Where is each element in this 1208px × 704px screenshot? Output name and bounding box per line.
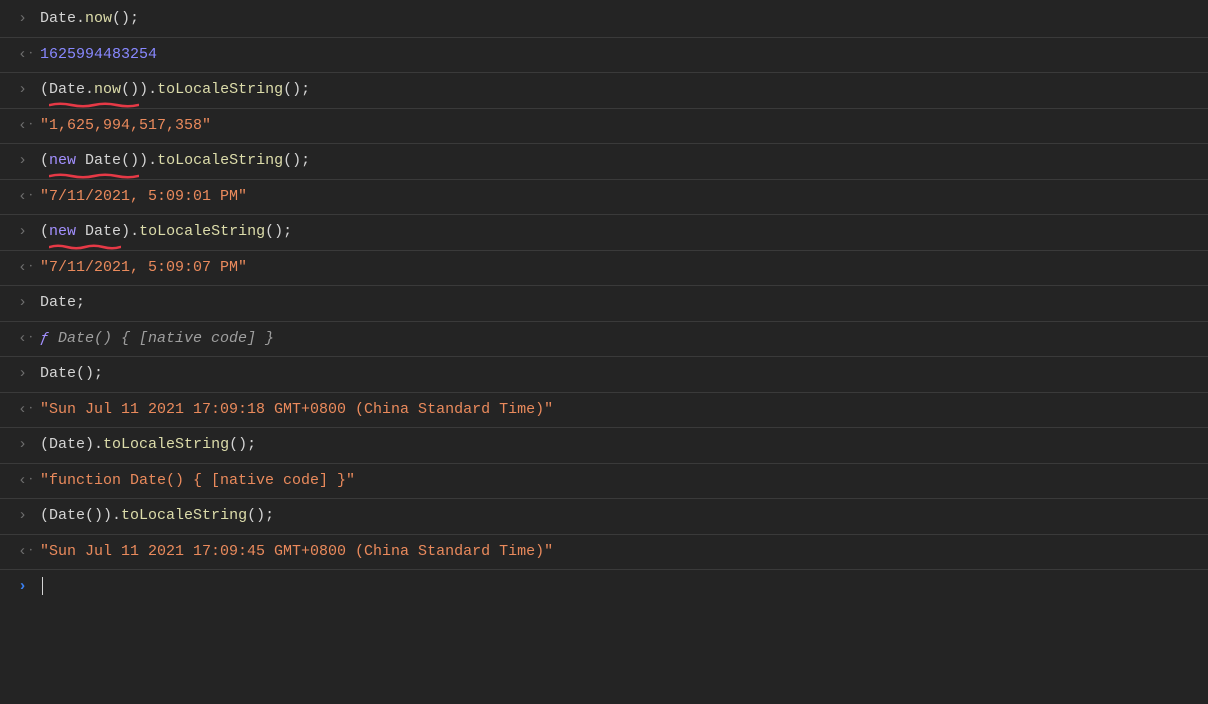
input-chevron-icon: ›: [18, 79, 40, 102]
console-output-value: "7/11/2021, 5:09:01 PM": [40, 186, 1204, 209]
console-prompt-input[interactable]: [40, 576, 1204, 599]
console-output-row: ‹•"1,625,994,517,358": [0, 109, 1208, 145]
console-output-row: ‹•"function Date() { [native code] }": [0, 464, 1208, 500]
console-output-value: "7/11/2021, 5:09:07 PM": [40, 257, 1204, 280]
console-output-row: ‹•"7/11/2021, 5:09:01 PM": [0, 180, 1208, 216]
console-input-code: (Date.now()).toLocaleString();: [40, 79, 1204, 102]
console-output-row: ‹•"7/11/2021, 5:09:07 PM": [0, 251, 1208, 287]
output-chevron-icon: ‹•: [18, 44, 40, 67]
devtools-console[interactable]: ›Date.now();‹•1625994483254›(Date.now())…: [0, 0, 1208, 704]
text-cursor: [42, 577, 43, 595]
annotation-underline: new Date: [49, 221, 121, 244]
console-input-row: ›Date();: [0, 357, 1208, 393]
input-chevron-icon: ›: [18, 505, 40, 528]
console-output-value: 1625994483254: [40, 44, 1204, 67]
output-chevron-icon: ‹•: [18, 186, 40, 209]
console-input-row: ›Date;: [0, 286, 1208, 322]
console-input-code: (new Date).toLocaleString();: [40, 221, 1204, 244]
console-input-row: ›Date.now();: [0, 2, 1208, 38]
console-output-value: "1,625,994,517,358": [40, 115, 1204, 138]
prompt-chevron-icon: ›: [18, 576, 40, 599]
output-chevron-icon: ‹•: [18, 328, 40, 351]
console-input-row: ›(Date).toLocaleString();: [0, 428, 1208, 464]
console-output-value: "function Date() { [native code] }": [40, 470, 1204, 493]
console-input-code: (new Date()).toLocaleString();: [40, 150, 1204, 173]
console-output-row: ‹•"Sun Jul 11 2021 17:09:45 GMT+0800 (Ch…: [0, 535, 1208, 571]
console-output-value: "Sun Jul 11 2021 17:09:18 GMT+0800 (Chin…: [40, 399, 1204, 422]
console-input-code: (Date).toLocaleString();: [40, 434, 1204, 457]
console-input-code: Date();: [40, 363, 1204, 386]
output-chevron-icon: ‹•: [18, 115, 40, 138]
console-output-row: ‹•ƒ Date() { [native code] }: [0, 322, 1208, 358]
annotation-underline: new Date(): [49, 150, 139, 173]
input-chevron-icon: ›: [18, 292, 40, 315]
console-output-row: ‹•"Sun Jul 11 2021 17:09:18 GMT+0800 (Ch…: [0, 393, 1208, 429]
input-chevron-icon: ›: [18, 8, 40, 31]
console-input-row: ›(new Date()).toLocaleString();: [0, 144, 1208, 180]
console-input-row: ›(Date()).toLocaleString();: [0, 499, 1208, 535]
output-chevron-icon: ‹•: [18, 541, 40, 564]
console-input-code: Date.now();: [40, 8, 1204, 31]
input-chevron-icon: ›: [18, 221, 40, 244]
console-prompt-row[interactable]: ›: [0, 570, 1208, 605]
console-input-code: Date;: [40, 292, 1204, 315]
input-chevron-icon: ›: [18, 363, 40, 386]
console-input-row: ›(new Date).toLocaleString();: [0, 215, 1208, 251]
console-input-row: ›(Date.now()).toLocaleString();: [0, 73, 1208, 109]
console-output-row: ‹•1625994483254: [0, 38, 1208, 74]
output-chevron-icon: ‹•: [18, 399, 40, 422]
console-output-value: ƒ Date() { [native code] }: [40, 328, 1204, 351]
input-chevron-icon: ›: [18, 434, 40, 457]
annotation-underline: Date.now(): [49, 79, 139, 102]
console-output-value: "Sun Jul 11 2021 17:09:45 GMT+0800 (Chin…: [40, 541, 1204, 564]
input-chevron-icon: ›: [18, 150, 40, 173]
console-input-code: (Date()).toLocaleString();: [40, 505, 1204, 528]
output-chevron-icon: ‹•: [18, 470, 40, 493]
output-chevron-icon: ‹•: [18, 257, 40, 280]
